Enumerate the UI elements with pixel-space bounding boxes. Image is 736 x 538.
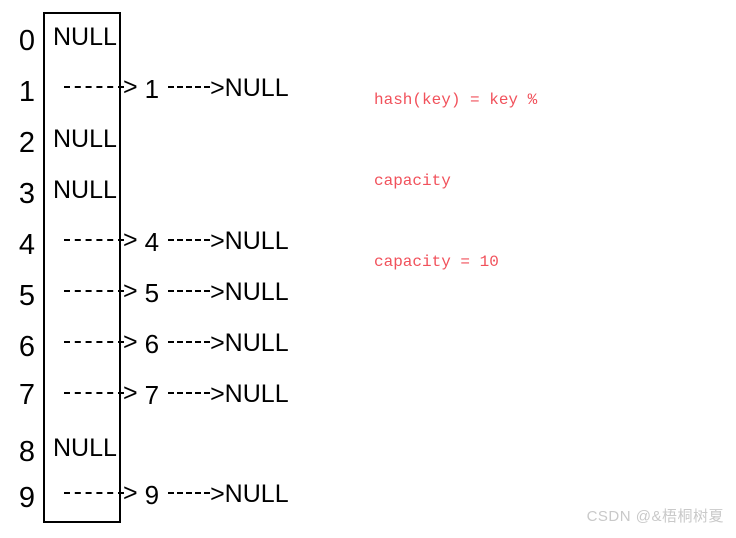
chain-1: > 1 >NULL: [50, 73, 289, 104]
chain-dash-head-icon: [64, 289, 124, 292]
chain-key-5: 5: [144, 277, 160, 308]
chain-dash-tail-icon: [168, 340, 211, 343]
bucket-body-9: > 9 >NULL: [50, 469, 289, 520]
bucket-row: 1 > 1 >NULL: [14, 63, 314, 114]
bucket-body-4: > 4 >NULL: [50, 216, 289, 267]
hash-formula-annotation: hash(key) = key % capacity capacity = 10: [374, 33, 604, 330]
chain-dash-tail-icon: [168, 491, 211, 494]
bucket-index-1: 1: [18, 76, 36, 108]
chain-dash-tail-icon: [168, 391, 211, 394]
bucket-row: 3 NULL: [14, 165, 314, 216]
chain-arrow-head-icon: >: [123, 328, 138, 356]
bucket-index-0: 0: [18, 25, 36, 57]
bucket-body-5: > 5 >NULL: [50, 267, 289, 318]
hash-formula-line-3: capacity = 10: [374, 253, 499, 271]
bucket-body-8: NULL: [50, 423, 117, 474]
bucket-index-2: 2: [18, 127, 36, 159]
bucket-null-8: NULL: [53, 434, 117, 462]
bucket-body-2: NULL: [50, 114, 117, 165]
hash-formula-line-1: hash(key) = key %: [374, 91, 538, 109]
chain-arrow-head-icon: >: [123, 73, 138, 101]
chain-key-4: 4: [144, 226, 160, 257]
chain-arrow-head-icon: >: [123, 479, 138, 507]
chain-key-1: 1: [144, 73, 160, 104]
chain-4: > 4 >NULL: [50, 226, 289, 257]
chain-dash-head-icon: [64, 340, 124, 343]
bucket-index-5: 5: [18, 280, 36, 312]
chain-dash-head-icon: [64, 491, 124, 494]
bucket-row: 6 > 6 >NULL: [14, 318, 314, 369]
chain-dash-head-icon: [64, 85, 124, 88]
chain-6: > 6 >NULL: [50, 328, 289, 359]
bucket-index-9: 9: [18, 482, 36, 514]
bucket-null-3: NULL: [53, 176, 117, 204]
chain-tail-7: >NULL: [210, 380, 289, 408]
bucket-index-6: 6: [18, 331, 36, 363]
bucket-body-3: NULL: [50, 165, 117, 216]
bucket-body-0: NULL: [50, 12, 117, 63]
chain-dash-tail-icon: [168, 289, 211, 292]
bucket-row: 2 NULL: [14, 114, 314, 165]
chain-tail-4: >NULL: [210, 227, 289, 255]
bucket-row: 5 > 5 >NULL: [14, 267, 314, 318]
chain-tail-9: >NULL: [210, 480, 289, 508]
chain-5: > 5 >NULL: [50, 277, 289, 308]
bucket-rows: 0 NULL 1 > 1 >NULL 2 NULL 3 NULL 4 > 4 >…: [14, 12, 314, 523]
bucket-array: 0 NULL 1 > 1 >NULL 2 NULL 3 NULL 4 > 4 >…: [14, 12, 314, 524]
bucket-row: 7 > 7 >NULL: [14, 369, 314, 420]
chain-key-9: 9: [144, 479, 160, 510]
chain-7: > 7 >NULL: [50, 379, 289, 410]
bucket-row: 9 > 9 >NULL: [14, 469, 314, 520]
bucket-body-6: > 6 >NULL: [50, 318, 289, 369]
chain-dash-head-icon: [64, 391, 124, 394]
chain-9: > 9 >NULL: [50, 479, 289, 510]
bucket-index-4: 4: [18, 229, 36, 261]
chain-arrow-head-icon: >: [123, 226, 138, 254]
chain-arrow-head-icon: >: [123, 277, 138, 305]
bucket-index-3: 3: [18, 178, 36, 210]
bucket-index-8: 8: [18, 436, 36, 468]
chain-dash-tail-icon: [168, 85, 211, 88]
chain-tail-5: >NULL: [210, 278, 289, 306]
hash-formula-line-2: capacity: [374, 172, 451, 190]
hash-table-diagram: 0 NULL 1 > 1 >NULL 2 NULL 3 NULL 4 > 4 >…: [0, 0, 736, 538]
chain-dash-head-icon: [64, 238, 124, 241]
bucket-null-0: NULL: [53, 23, 117, 51]
bucket-body-1: > 1 >NULL: [50, 63, 289, 114]
bucket-row: 4 > 4 >NULL: [14, 216, 314, 267]
chain-key-6: 6: [144, 328, 160, 359]
bucket-row: 8 NULL: [14, 423, 314, 474]
bucket-null-2: NULL: [53, 125, 117, 153]
bucket-index-7: 7: [18, 379, 36, 411]
csdn-watermark: CSDN @&梧桐树夏: [586, 508, 724, 525]
bucket-row: 0 NULL: [14, 12, 314, 63]
chain-tail-1: >NULL: [210, 74, 289, 102]
chain-arrow-head-icon: >: [123, 379, 138, 407]
chain-tail-6: >NULL: [210, 329, 289, 357]
bucket-body-7: > 7 >NULL: [50, 369, 289, 420]
chain-dash-tail-icon: [168, 238, 211, 241]
chain-key-7: 7: [144, 379, 160, 410]
